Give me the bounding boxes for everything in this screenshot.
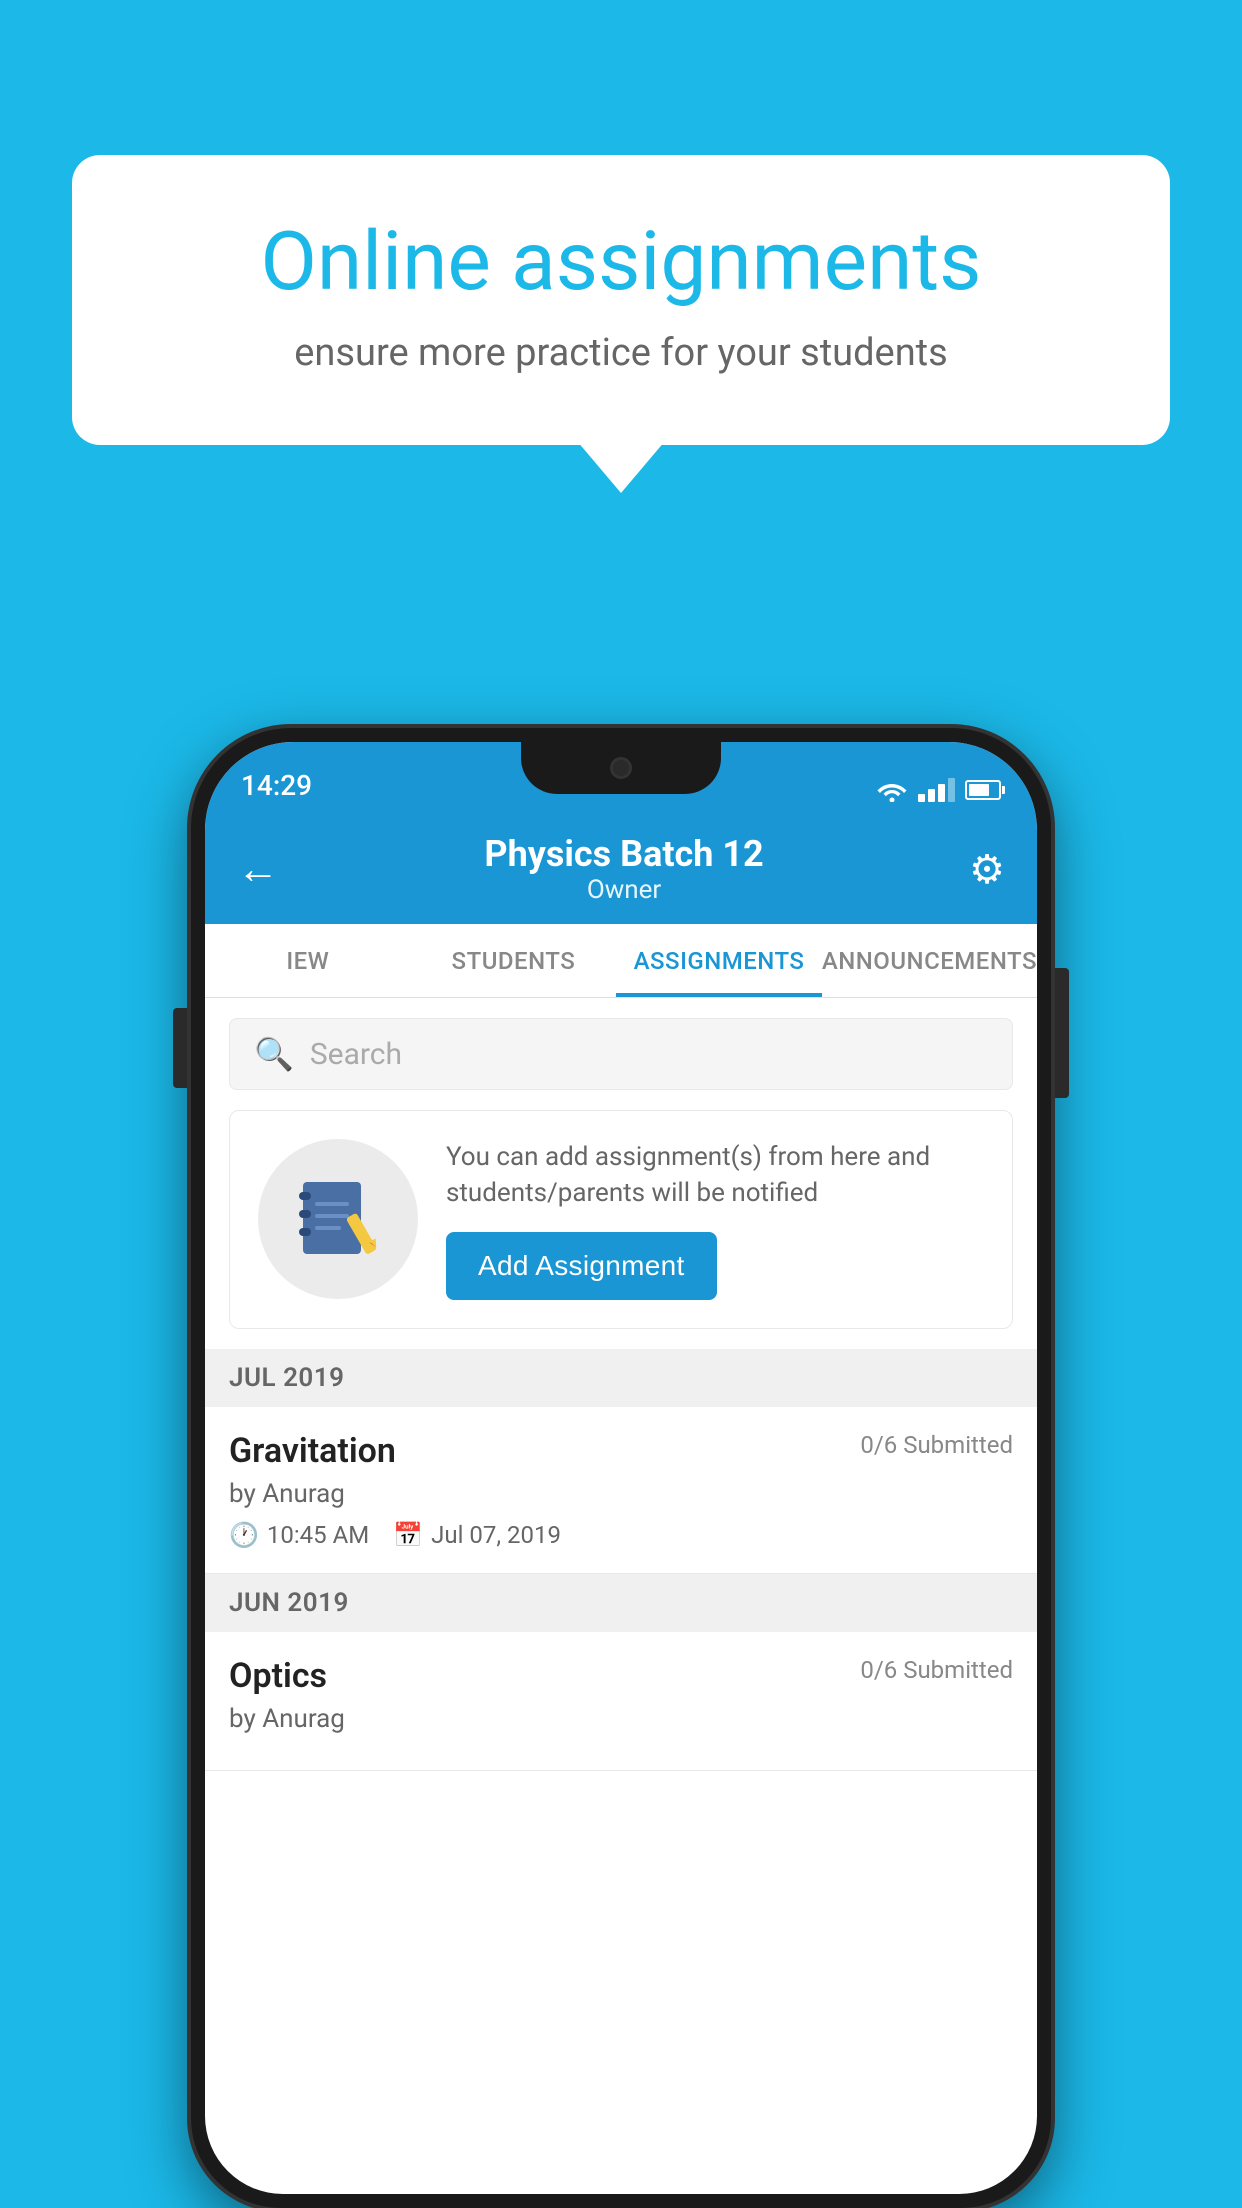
battery-icon [965, 780, 1001, 800]
speech-bubble-container: Online assignments ensure more practice … [72, 155, 1170, 445]
phone-screen: 14:29 [205, 742, 1037, 2194]
header-title-block: Physics Batch 12 Owner [484, 833, 763, 905]
section-header-jun-2019: JUN 2019 [205, 1574, 1037, 1632]
app-header: ← Physics Batch 12 Owner ⚙ [205, 814, 1037, 924]
tab-overview[interactable]: IEW [205, 924, 411, 997]
promo-content: You can add assignment(s) from here and … [446, 1139, 984, 1300]
clock-icon: 🕐 [229, 1521, 259, 1549]
phone-notch [521, 742, 721, 794]
speech-bubble-title: Online assignments [144, 217, 1098, 307]
scrollable-content: 🔍 Search [205, 998, 1037, 2194]
notebook-icon [293, 1174, 383, 1264]
status-time: 14:29 [241, 769, 312, 802]
speech-bubble-subtitle: ensure more practice for your students [144, 331, 1098, 375]
tab-announcements[interactable]: ANNOUNCEMENTS [822, 924, 1037, 997]
search-placeholder: Search [310, 1037, 402, 1072]
assignment-top-row: Gravitation 0/6 Submitted [229, 1431, 1013, 1471]
assignment-item-optics[interactable]: Optics 0/6 Submitted by Anurag [205, 1632, 1037, 1771]
section-header-jul-2019: JUL 2019 [205, 1349, 1037, 1407]
promo-icon-circle [258, 1139, 418, 1299]
back-button[interactable]: ← [237, 845, 279, 894]
calendar-icon: 📅 [393, 1521, 423, 1549]
assignment-time: 🕐 10:45 AM [229, 1521, 369, 1549]
wifi-icon [876, 778, 908, 802]
camera [610, 757, 632, 779]
search-bar[interactable]: 🔍 Search [229, 1018, 1013, 1090]
promo-text: You can add assignment(s) from here and … [446, 1139, 984, 1212]
phone-inner: 14:29 [205, 742, 1037, 2194]
signal-icon [918, 778, 955, 802]
tab-students[interactable]: STUDENTS [411, 924, 617, 997]
assignment-by-optics: by Anurag [229, 1704, 1013, 1734]
assignment-name-optics: Optics [229, 1656, 327, 1696]
phone-frame: 14:29 [191, 728, 1051, 2208]
assignment-submitted-optics: 0/6 Submitted [860, 1656, 1013, 1684]
tab-assignments[interactable]: ASSIGNMENTS [616, 924, 822, 997]
assignment-top-row-optics: Optics 0/6 Submitted [229, 1656, 1013, 1696]
assignment-item-gravitation[interactable]: Gravitation 0/6 Submitted by Anurag 🕐 10… [205, 1407, 1037, 1574]
assignment-by: by Anurag [229, 1479, 1013, 1509]
speech-bubble: Online assignments ensure more practice … [72, 155, 1170, 445]
tabs-bar: IEW STUDENTS ASSIGNMENTS ANNOUNCEMENTS [205, 924, 1037, 998]
phone-outer: 14:29 [191, 728, 1051, 2208]
header-subtitle: Owner [484, 875, 763, 905]
header-title: Physics Batch 12 [484, 833, 763, 875]
assignment-meta: 🕐 10:45 AM 📅 Jul 07, 2019 [229, 1521, 1013, 1549]
status-icons [876, 778, 1001, 802]
assignment-name: Gravitation [229, 1431, 396, 1471]
promo-card: You can add assignment(s) from here and … [229, 1110, 1013, 1329]
settings-icon[interactable]: ⚙ [969, 846, 1005, 893]
search-container: 🔍 Search [205, 998, 1037, 1110]
add-assignment-button[interactable]: Add Assignment [446, 1232, 717, 1300]
assignment-submitted: 0/6 Submitted [860, 1431, 1013, 1459]
assignment-date: 📅 Jul 07, 2019 [393, 1521, 561, 1549]
search-icon: 🔍 [254, 1035, 294, 1073]
